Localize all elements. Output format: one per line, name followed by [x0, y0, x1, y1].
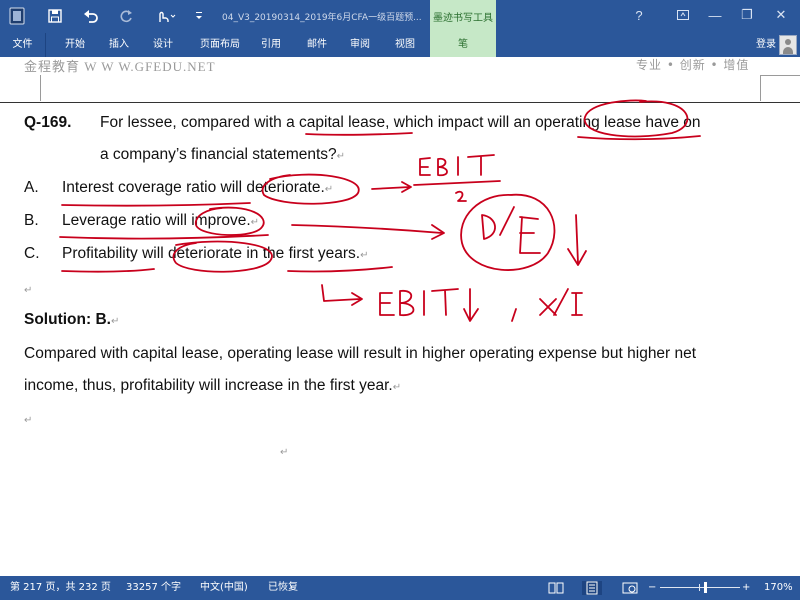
zoom-in-button[interactable]: + — [742, 576, 750, 600]
recovery-status: 已恢复 — [268, 582, 298, 593]
question-text-line1: For lessee, compared with a capital leas… — [100, 114, 701, 132]
question-text-line2-text: a company’s financial statements? — [100, 146, 337, 163]
paragraph-mark: ↵ — [110, 316, 120, 327]
paragraph-mark: ↵ — [360, 250, 369, 261]
option-a: Interest coverage ratio will deteriorate… — [62, 179, 333, 197]
document-area[interactable]: 金程教育 W W W.GFEDU.NET 专业 • 创新 • 增值 Q-169.… — [0, 57, 800, 576]
language-indicator[interactable]: 中文(中国) — [200, 576, 248, 600]
paragraph-mark: ↵ — [24, 415, 33, 426]
option-letter-c: C. — [24, 245, 40, 262]
question-text-part: have on — [641, 114, 701, 131]
tab-references[interactable]: 引用 — [256, 33, 286, 57]
solution-label: Solution: B. — [24, 311, 111, 328]
paragraph-mark: ↵ — [392, 382, 402, 393]
question-text-part: a capital lease — [286, 114, 386, 131]
zoom-out-button[interactable]: − — [648, 576, 656, 600]
option-letter-a: A. — [24, 179, 39, 196]
option-c-text: Profitability will deteriorate in the fi… — [62, 245, 361, 262]
tab-home[interactable]: 开始 — [58, 33, 92, 57]
zoom-slider-midpoint — [699, 584, 700, 591]
question-text-part: , which impact will an — [385, 114, 536, 131]
touch-mode-icon[interactable] — [152, 5, 178, 27]
sign-in-link[interactable]: 登录 — [756, 33, 776, 57]
restore-button[interactable]: ❐ — [736, 5, 758, 25]
tab-view[interactable]: 视图 — [390, 33, 420, 57]
help-button[interactable]: ? — [628, 5, 650, 25]
option-letter-b: B. — [24, 212, 39, 229]
word-count[interactable]: 33257 个字 — [126, 576, 181, 600]
solution: Solution: B.↵ — [24, 311, 119, 329]
tab-pen[interactable]: 笔 — [430, 33, 496, 57]
margin-corner-mark — [40, 75, 41, 101]
ink-ebit-fraction — [413, 154, 501, 202]
ink-underline-capital-lease — [305, 132, 413, 136]
title-bar: 04_V3_20190314_2019年6月CFA一级百题预... 墨迹书写工具… — [0, 0, 800, 33]
undo-icon[interactable] — [80, 5, 102, 27]
explanation-line2: income, thus, profitability will increas… — [24, 377, 401, 395]
ink-arrow-a — [371, 181, 412, 193]
ribbon-tabs: 文件 开始 插入 设计 页面布局 引用 邮件 审阅 视图 笔 登录 — [0, 33, 800, 57]
minimize-button[interactable]: — — [704, 5, 726, 25]
ink-underline-c — [61, 268, 155, 273]
tab-review[interactable]: 审阅 — [345, 33, 375, 57]
ink-annotations — [59, 99, 701, 322]
ink-underline-c2 — [287, 266, 393, 273]
margin-corner-mark — [760, 75, 800, 76]
page-header-left: 金程教育 W W W.GFEDU.NET — [24, 59, 216, 74]
ink-underline-operating-lease — [577, 135, 701, 141]
question-number: Q-169. — [24, 114, 72, 131]
explanation-line1: Compared with capital lease, operating l… — [24, 345, 697, 362]
ink-arrow-b — [291, 224, 445, 240]
save-icon[interactable] — [44, 5, 66, 27]
zoom-level[interactable]: 170% — [764, 576, 793, 600]
print-layout-icon[interactable] — [582, 581, 602, 595]
tab-page-layout[interactable]: 页面布局 — [194, 33, 246, 57]
page-count[interactable]: 第 217 页，共 232 页 — [10, 576, 111, 600]
redo-icon[interactable] — [115, 5, 137, 27]
customize-icon[interactable] — [192, 5, 206, 27]
explanation-line2-text: income, thus, profitability will increas… — [24, 377, 393, 394]
margin-corner-mark — [760, 75, 761, 101]
option-a-text: Interest coverage ratio will deteriorate… — [62, 179, 325, 196]
paragraph-mark: ↵ — [324, 184, 334, 195]
web-layout-icon[interactable] — [622, 581, 638, 595]
zoom-slider[interactable] — [660, 587, 740, 588]
option-b-text: Leverage ratio will improve. — [62, 212, 251, 229]
question-text-part: operating lease — [535, 114, 642, 131]
document-title: 04_V3_20190314_2019年6月CFA一级百题预... — [222, 13, 422, 23]
ribbon-display-button[interactable] — [672, 5, 694, 25]
ink-underline-coverage — [61, 202, 251, 207]
tab-file[interactable]: 文件 — [0, 33, 46, 57]
ink-d-over-e — [460, 193, 587, 271]
close-button[interactable]: ✕ — [770, 5, 792, 25]
tab-mailings[interactable]: 邮件 — [302, 33, 332, 57]
paragraph-mark: ↵ — [250, 217, 260, 228]
ink-underline-leverage — [59, 234, 269, 240]
tab-design[interactable]: 设计 — [148, 33, 178, 57]
option-b: Leverage ratio will improve.↵ — [62, 212, 259, 230]
paragraph-mark: ↵ — [336, 151, 346, 162]
zoom-slider-thumb[interactable] — [704, 582, 707, 593]
question-text-line2: a company’s financial statements?↵ — [100, 146, 345, 164]
option-c: Profitability will deteriorate in the fi… — [62, 245, 368, 263]
paragraph-mark: ↵ — [280, 447, 289, 458]
status-bar: 第 217 页，共 232 页 33257 个字 中文(中国) 已恢复 − + … — [0, 576, 800, 600]
avatar[interactable] — [779, 35, 797, 55]
question-text-part: For lessee, compared with — [100, 114, 287, 131]
ink-tools-tab-group: 墨迹书写工具 — [430, 0, 496, 33]
word-app-icon[interactable] — [6, 5, 28, 27]
paragraph-mark: ↵ — [24, 285, 33, 296]
tab-insert[interactable]: 插入 — [104, 33, 134, 57]
header-rule — [0, 102, 800, 103]
page-header-right: 专业 • 创新 • 增值 — [636, 58, 750, 72]
ink-ebit-down — [321, 284, 583, 322]
read-mode-icon[interactable] — [548, 581, 564, 595]
